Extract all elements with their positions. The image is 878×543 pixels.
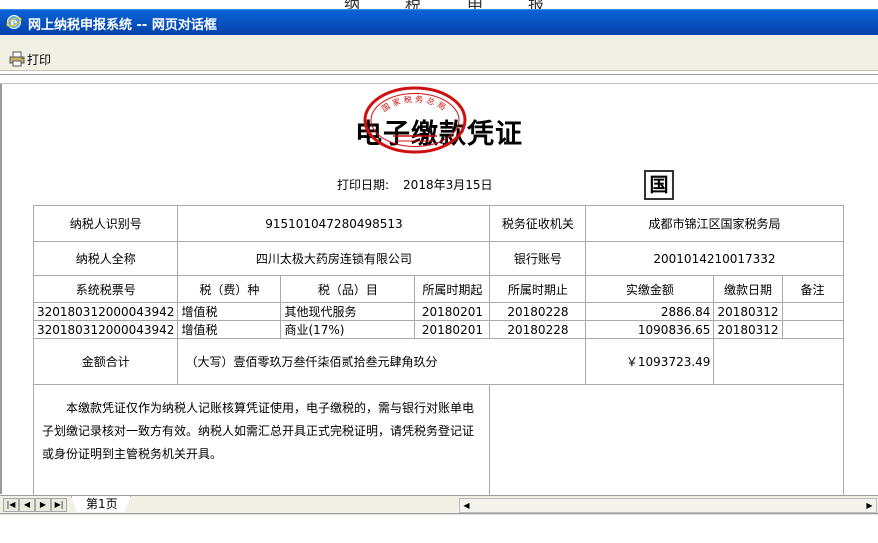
svg-text:国家税务总局: 国家税务总局: [380, 94, 450, 114]
toolbar: 打印: [0, 35, 878, 71]
column-header: 实缴金额: [585, 275, 715, 303]
bank-account-value: 2001014210017332: [585, 241, 844, 276]
period-start-cell: 20180201: [414, 302, 491, 321]
total-blank-cell: [713, 338, 844, 385]
tax-authority-label: 税务征收机关: [489, 205, 587, 242]
tax-type-cell: 增值税: [177, 320, 282, 339]
period-end-cell: 20180228: [489, 302, 587, 321]
tax-type-cell: 增值税: [177, 302, 282, 321]
ticket-number-cell: 320180312000043942: [32, 302, 179, 321]
table-row: 320180312000043942 增值税 其他现代服务 20180201 2…: [32, 302, 844, 321]
table-row: 320180312000043942 增值税 商业(17%) 20180201 …: [32, 320, 844, 339]
total-amount: ￥1093723.49: [585, 338, 715, 385]
background-header-text: 纳 税 申 报: [0, 0, 878, 14]
internet-explorer-icon: e: [6, 15, 22, 29]
taxpayer-name-row: 纳税人全称 四川太极大药房连锁有限公司 银行账号 200101421001733…: [32, 241, 844, 276]
last-page-button[interactable]: ▶|: [51, 498, 67, 512]
window-bottom-edge: [0, 514, 878, 515]
taxpayer-id-row: 纳税人识别号 915101047280498513 税务征收机关 成都市锦江区国…: [32, 205, 844, 242]
column-header: 税（费）种: [177, 275, 282, 303]
sheet-tab-page-1[interactable]: 第1页: [71, 496, 131, 512]
total-row: 金额合计 （大写）壹佰零玖万叁仟柒佰贰拾叁元肆角玖分 ￥1093723.49: [32, 338, 844, 385]
amount-cell: 1090836.65: [585, 320, 715, 339]
column-header: 所属时期起: [414, 275, 491, 303]
dialog-title-bar[interactable]: e 网上纳税申报系统 -- 网页对话框: [0, 9, 878, 35]
first-page-button[interactable]: |◀: [3, 498, 19, 512]
column-header: 缴款日期: [713, 275, 783, 303]
total-in-words: （大写）壹佰零玖万叁仟柒佰贰拾叁元肆角玖分: [177, 338, 587, 385]
print-date-value: 2018年3月15日: [403, 178, 493, 192]
taxpayer-id-value: 915101047280498513: [177, 205, 491, 242]
taxpayer-id-label: 纳税人识别号: [32, 205, 179, 242]
bank-account-label: 银行账号: [489, 241, 587, 276]
column-header: 税（品）目: [280, 275, 416, 303]
total-label: 金额合计: [32, 338, 179, 385]
scroll-right-arrow-icon[interactable]: ▶: [863, 499, 876, 512]
frame-divider: [0, 83, 878, 84]
tax-item-cell: 商业(17%): [280, 320, 416, 339]
official-seal-stamp: 国家税务总局: [363, 86, 467, 154]
seal-text: 国家税务总局: [380, 94, 447, 114]
sheet-tab-bar: |◀ ◀ ▶ ▶| 第1页 ◀ ▶: [0, 495, 878, 514]
remark-cell: [781, 320, 844, 339]
remark-cell: [781, 302, 844, 321]
print-date-line: 打印日期: 2018年3月15日: [337, 176, 493, 193]
taxpayer-name-label: 纳税人全称: [32, 241, 179, 276]
payment-date-cell: 20180312: [713, 302, 783, 321]
ticket-number-cell: 320180312000043942: [32, 320, 179, 339]
period-end-cell: 20180228: [489, 320, 587, 339]
notice-blank-cell: [489, 384, 844, 497]
print-button-label: 打印: [27, 52, 52, 67]
print-button[interactable]: 打印: [9, 50, 51, 68]
next-page-button[interactable]: ▶: [35, 498, 51, 512]
dialog-title: 网上纳税申报系统 -- 网页对话框: [28, 18, 217, 33]
previous-page-button[interactable]: ◀: [19, 498, 35, 512]
tax-authority-value: 成都市锦江区国家税务局: [585, 205, 844, 242]
table-header-row: 系统税票号 税（费）种 税（品）目 所属时期起 所属时期止 实缴金额 缴款日期 …: [32, 275, 844, 303]
state-mark-box: 国: [644, 170, 674, 200]
horizontal-scrollbar[interactable]: ◀ ▶: [459, 498, 877, 513]
column-header: 系统税票号: [32, 275, 179, 303]
print-date-label: 打印日期:: [337, 178, 390, 192]
notice-row: 本缴款凭证仅作为纳税人记账核算凭证使用，电子缴税的，需与银行对账单电子划缴记录核…: [32, 384, 844, 497]
notice-text: 本缴款凭证仅作为纳税人记账核算凭证使用，电子缴税的，需与银行对账单电子划缴记录核…: [32, 384, 491, 497]
amount-cell: 2886.84: [585, 302, 715, 321]
tax-item-cell: 其他现代服务: [280, 302, 416, 321]
printer-icon: [9, 51, 25, 67]
column-header: 所属时期止: [489, 275, 587, 303]
taxpayer-name-value: 四川太极大药房连锁有限公司: [177, 241, 491, 276]
payment-voucher-table: 纳税人识别号 915101047280498513 税务征收机关 成都市锦江区国…: [32, 205, 844, 497]
column-header: 备注: [781, 275, 844, 303]
payment-date-cell: 20180312: [713, 320, 783, 339]
scroll-left-arrow-icon[interactable]: ◀: [460, 499, 473, 512]
period-start-cell: 20180201: [414, 320, 491, 339]
